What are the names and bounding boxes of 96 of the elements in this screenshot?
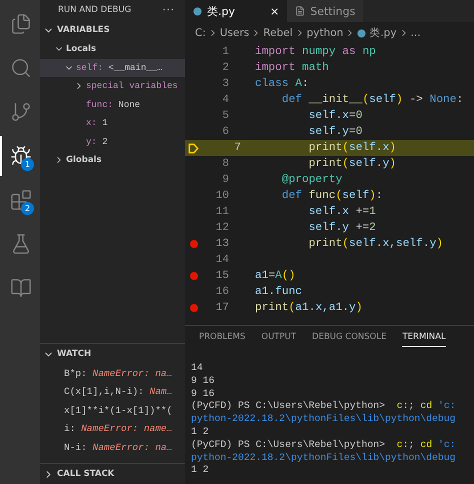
code-text: import math bbox=[254, 62, 329, 74]
variable-name: special variables bbox=[86, 81, 178, 92]
sidebar-title: RUN AND DEBUG bbox=[58, 5, 132, 15]
editor-tab[interactable]: Settings bbox=[287, 0, 364, 22]
code-text: import numpy as np bbox=[254, 46, 376, 58]
watch-expression[interactable]: N-i: NameError: na… bbox=[40, 438, 185, 456]
terminal-line: python-2022.18.2\pythonFiles\lib\python\debug bbox=[191, 413, 457, 426]
code-text: print(self.x) bbox=[308, 142, 396, 154]
panel-tab[interactable]: PROBLEMS bbox=[199, 332, 246, 347]
terminal-line: (PyCFD) PS C:\Users\Rebel\python> c:; cd 'c: bbox=[191, 438, 457, 452]
blocks-icon bbox=[10, 189, 32, 211]
scope-label: Globals bbox=[66, 155, 102, 166]
scope-row[interactable]: Globals bbox=[40, 151, 185, 170]
line-number: 5 bbox=[221, 110, 229, 122]
branch-icon bbox=[10, 101, 32, 123]
line-number: 8 bbox=[221, 158, 229, 170]
flask-icon bbox=[10, 233, 32, 255]
code-text: print(a1.x,a1.y) bbox=[254, 302, 362, 314]
code-text: self.y +=2 bbox=[308, 222, 376, 234]
panel-tab[interactable]: DEBUG CONSOLE bbox=[312, 332, 386, 347]
count-badge: 1 bbox=[21, 158, 34, 171]
watch-expression[interactable]: x[1]**i*(1-x[1])**( bbox=[40, 401, 185, 420]
section-header[interactable]: CALL STACK bbox=[40, 463, 185, 484]
python-file-icon bbox=[193, 6, 202, 16]
terminal-line: 14 bbox=[191, 362, 204, 375]
editor-tab[interactable]: 类.py × bbox=[185, 0, 288, 22]
variable-value: 1 bbox=[101, 118, 108, 128]
breadcrumb[interactable]: ... bbox=[410, 27, 421, 39]
breadcrumb[interactable]: 类.py bbox=[357, 26, 397, 40]
panel-tab[interactable]: OUTPUT bbox=[261, 332, 296, 347]
panel-tab[interactable]: TERMINAL bbox=[402, 332, 446, 347]
line-number: 2 bbox=[221, 62, 229, 74]
line-number: 12 bbox=[214, 222, 229, 234]
line-number: 3 bbox=[221, 78, 229, 90]
variable-value: None bbox=[117, 100, 140, 110]
line-number: 4 bbox=[221, 94, 229, 106]
code-text: def __init__(self) -> None: bbox=[280, 94, 464, 106]
activity-button[interactable]: 2 bbox=[0, 180, 40, 220]
scope-label: Locals bbox=[66, 44, 96, 54]
code-text: print(self.y) bbox=[308, 158, 396, 170]
search-icon bbox=[10, 57, 32, 79]
variable-name: func: bbox=[86, 100, 114, 110]
code-text: a1=A() bbox=[254, 270, 296, 282]
breadcrumb[interactable]: Rebel bbox=[263, 27, 293, 39]
code-text: a1.func bbox=[254, 286, 302, 298]
section-header[interactable]: WATCH bbox=[40, 343, 185, 364]
variable-row[interactable]: func: None bbox=[40, 96, 185, 114]
line-number: 11 bbox=[214, 206, 229, 218]
code-text: self.x +=1 bbox=[308, 206, 376, 218]
code-text: @property bbox=[280, 174, 342, 186]
close-button[interactable]: × bbox=[270, 4, 280, 18]
code-text: print(self.x,self.y) bbox=[308, 238, 443, 250]
watch-expression[interactable]: B*p: NameError: na… bbox=[40, 364, 185, 382]
breadcrumb[interactable]: python bbox=[306, 27, 344, 39]
python-file-icon bbox=[357, 28, 366, 38]
variable-row[interactable]: special variables bbox=[40, 77, 185, 96]
settings-file-icon bbox=[295, 6, 306, 16]
more-actions-button[interactable]: ··· bbox=[162, 4, 175, 16]
terminal-line: python-2022.18.2\pythonFiles\lib\python\debug bbox=[191, 452, 457, 464]
line-number: 10 bbox=[214, 190, 229, 202]
files-icon bbox=[10, 13, 32, 35]
line-number: 6 bbox=[221, 126, 229, 138]
code-text: self.y=0 bbox=[308, 126, 362, 138]
breadcrumb[interactable]: C: bbox=[195, 27, 206, 39]
watch-expression[interactable]: C(x[1],i,N-i): Nam… bbox=[40, 382, 185, 401]
book-icon bbox=[10, 277, 32, 299]
line-number: 9 bbox=[221, 174, 229, 186]
line-number: 17 bbox=[185, 302, 229, 314]
line-number: 1 bbox=[221, 46, 229, 58]
line-number: 14 bbox=[214, 254, 229, 266]
variable-name: y: bbox=[86, 136, 97, 147]
variable-name: x: bbox=[86, 118, 97, 128]
terminal-line: 1 2 bbox=[191, 426, 210, 439]
terminal-line: 9 16 bbox=[191, 374, 216, 388]
breadcrumb[interactable]: Users bbox=[220, 27, 250, 39]
code-text: def func(self): bbox=[280, 190, 383, 202]
scope-row[interactable]: Locals bbox=[40, 40, 185, 58]
line-number: 7 bbox=[233, 142, 241, 154]
variable-name: self: bbox=[76, 62, 104, 73]
terminal-line: (PyCFD) PS C:\Users\Rebel\python> c:; cd 'c: bbox=[191, 400, 457, 414]
code-text: self.x=0 bbox=[308, 110, 362, 122]
variable-row[interactable]: y: 2 bbox=[40, 132, 185, 151]
line-number: 15 bbox=[185, 270, 229, 282]
variable-row[interactable]: self: <__main__… bbox=[40, 58, 185, 77]
variable-row[interactable]: x: 1 bbox=[40, 114, 185, 132]
bug-icon bbox=[10, 145, 32, 167]
line-number: 16 bbox=[214, 286, 229, 298]
line-number: 13 bbox=[185, 238, 229, 250]
variable-value: 2 bbox=[101, 136, 108, 147]
terminal-line: 9 16 bbox=[191, 388, 216, 400]
section-header[interactable]: VARIABLES bbox=[40, 20, 185, 40]
variable-value: <__main__… bbox=[107, 62, 162, 73]
count-badge: 2 bbox=[21, 202, 34, 215]
watch-expression[interactable]: i: NameError: name… bbox=[40, 420, 185, 438]
code-text: class A: bbox=[254, 78, 309, 90]
terminal-line: 1 2 bbox=[191, 464, 210, 478]
